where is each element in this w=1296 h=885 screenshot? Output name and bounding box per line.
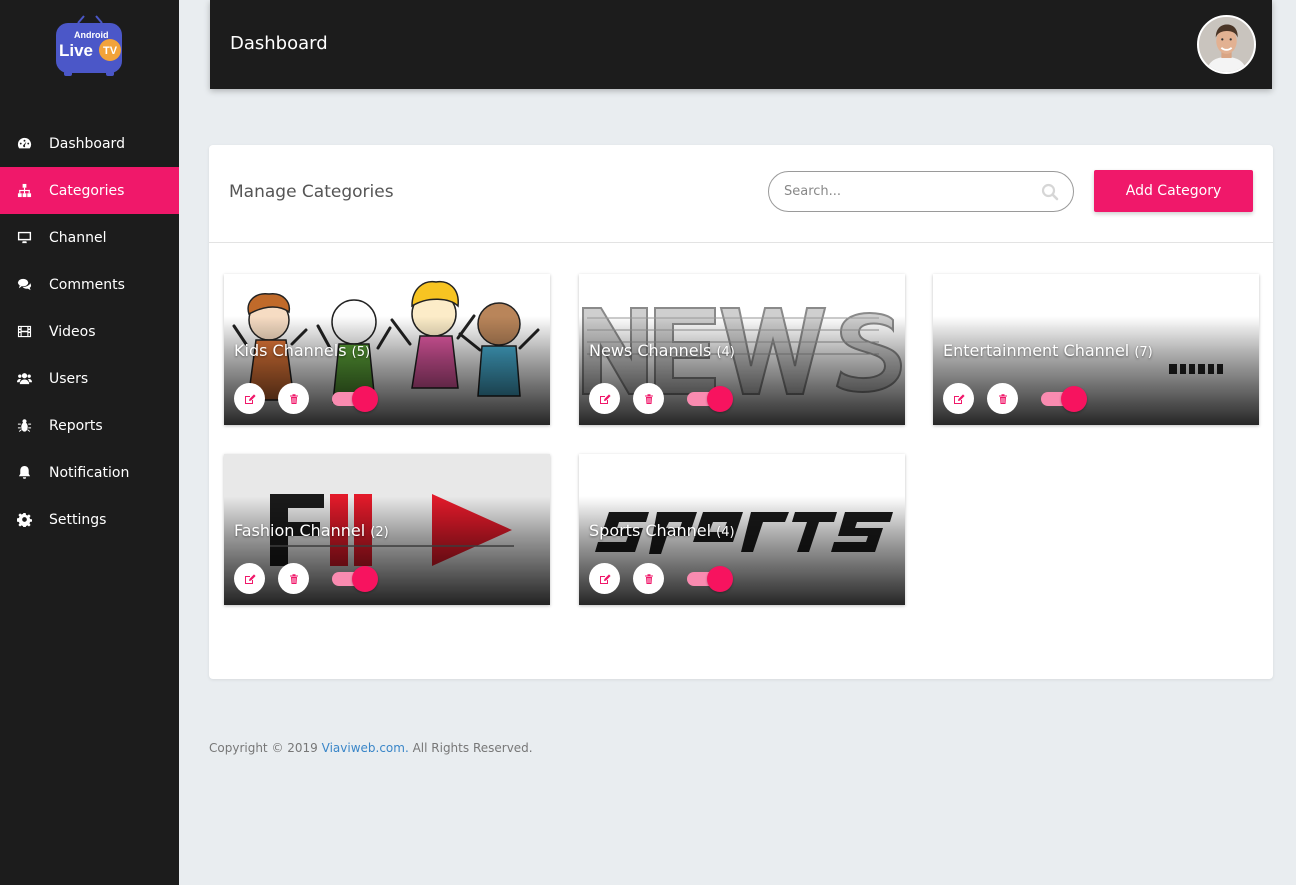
category-name: Fashion Channel [234,521,366,540]
category-count: (4) [716,345,735,360]
sidebar-nav: Dashboard Categories Channel Comments Vi… [0,120,179,543]
category-card-kids: Kids Channels (5) [224,274,550,425]
category-title: News Channels (4) [589,341,735,360]
manage-categories-panel: Manage Categories Add Category [209,145,1273,679]
sidebar-item-dashboard[interactable]: Dashboard [0,120,179,167]
app-logo[interactable]: Android Live TV [54,14,126,78]
desktop-icon [0,230,49,245]
divider [209,242,1273,243]
bell-icon [0,465,49,480]
category-name: Kids Channels [234,341,347,360]
sitemap-icon [0,183,49,198]
edit-button[interactable] [234,563,265,594]
search-box [768,171,1074,212]
category-title: Kids Channels (5) [234,341,370,360]
gear-icon [0,512,49,527]
category-card-news: News Channels (4) [579,274,905,425]
sidebar-item-videos[interactable]: Videos [0,308,179,355]
sidebar-item-notification[interactable]: Notification [0,449,179,496]
sidebar-item-label: Reports [49,417,103,434]
top-header: Dashboard [210,0,1272,89]
sidebar-item-label: Comments [49,276,125,293]
edit-button[interactable] [589,563,620,594]
status-toggle[interactable] [1041,385,1087,413]
sidebar-item-label: Videos [49,323,96,340]
logo-text-live: Live [59,41,93,60]
category-card-entertainment: Entertainment Channel (7) [933,274,1259,425]
category-title: Sports Channel (4) [589,521,735,540]
search-icon[interactable] [1041,183,1059,201]
edit-icon [599,393,611,404]
trash-icon [644,393,653,404]
sidebar: Android Live TV Dashboard Categories Cha… [0,0,179,885]
category-count: (2) [370,525,389,540]
trash-icon [289,573,298,584]
category-count: (4) [716,525,735,540]
bug-icon [0,418,49,433]
edit-button[interactable] [234,383,265,414]
footer-text-suffix: All Rights Reserved. [408,741,533,755]
category-card-fashion: Fashion Channel (2) [224,454,550,605]
edit-icon [953,393,965,404]
delete-button[interactable] [987,383,1018,414]
page-title: Dashboard [230,33,328,54]
edit-button[interactable] [943,383,974,414]
sidebar-item-reports[interactable]: Reports [0,402,179,449]
logo-text-android: Android [74,30,109,40]
status-toggle[interactable] [332,385,378,413]
tachometer-icon [0,136,49,151]
panel-title: Manage Categories [229,182,394,202]
users-icon [0,371,49,386]
edit-icon [599,573,611,584]
logo-text-tv: TV [103,45,118,57]
sidebar-item-comments[interactable]: Comments [0,261,179,308]
sidebar-item-users[interactable]: Users [0,355,179,402]
sidebar-item-label: Dashboard [49,135,125,152]
add-category-button[interactable]: Add Category [1094,170,1253,212]
footer-text: Copyright © 2019 [209,741,322,755]
edit-icon [244,393,256,404]
delete-button[interactable] [633,563,664,594]
sidebar-item-label: Users [49,370,89,387]
sidebar-item-label: Categories [49,182,125,199]
delete-button[interactable] [278,383,309,414]
edit-button[interactable] [589,383,620,414]
status-toggle[interactable] [687,565,733,593]
delete-button[interactable] [278,563,309,594]
trash-icon [998,393,1007,404]
category-count: (7) [1134,345,1153,360]
user-avatar[interactable] [1197,15,1256,74]
sidebar-item-categories[interactable]: Categories [0,167,179,214]
footer-link[interactable]: Viaviweb.com. [322,741,409,755]
category-name: News Channels [589,341,712,360]
sidebar-item-label: Notification [49,464,130,481]
category-count: (5) [351,345,371,360]
category-card-sports: Sports Channel (4) [579,454,905,605]
film-icon [0,324,49,339]
sidebar-item-label: Settings [49,511,107,528]
category-name: Sports Channel [589,521,712,540]
trash-icon [289,393,298,404]
trash-icon [644,573,653,584]
sidebar-item-settings[interactable]: Settings [0,496,179,543]
category-title: Fashion Channel (2) [234,521,389,540]
category-name: Entertainment Channel [943,341,1130,360]
status-toggle[interactable] [332,565,378,593]
category-title: Entertainment Channel (7) [943,341,1153,360]
sidebar-item-label: Channel [49,229,107,246]
search-input[interactable] [784,172,1034,211]
avatar-image [1199,17,1254,72]
status-toggle[interactable] [687,385,733,413]
footer-copyright: Copyright © 2019 Viaviweb.com. All Right… [209,741,533,755]
edit-icon [244,573,256,584]
delete-button[interactable] [633,383,664,414]
comments-icon [0,277,49,292]
sidebar-item-channel[interactable]: Channel [0,214,179,261]
